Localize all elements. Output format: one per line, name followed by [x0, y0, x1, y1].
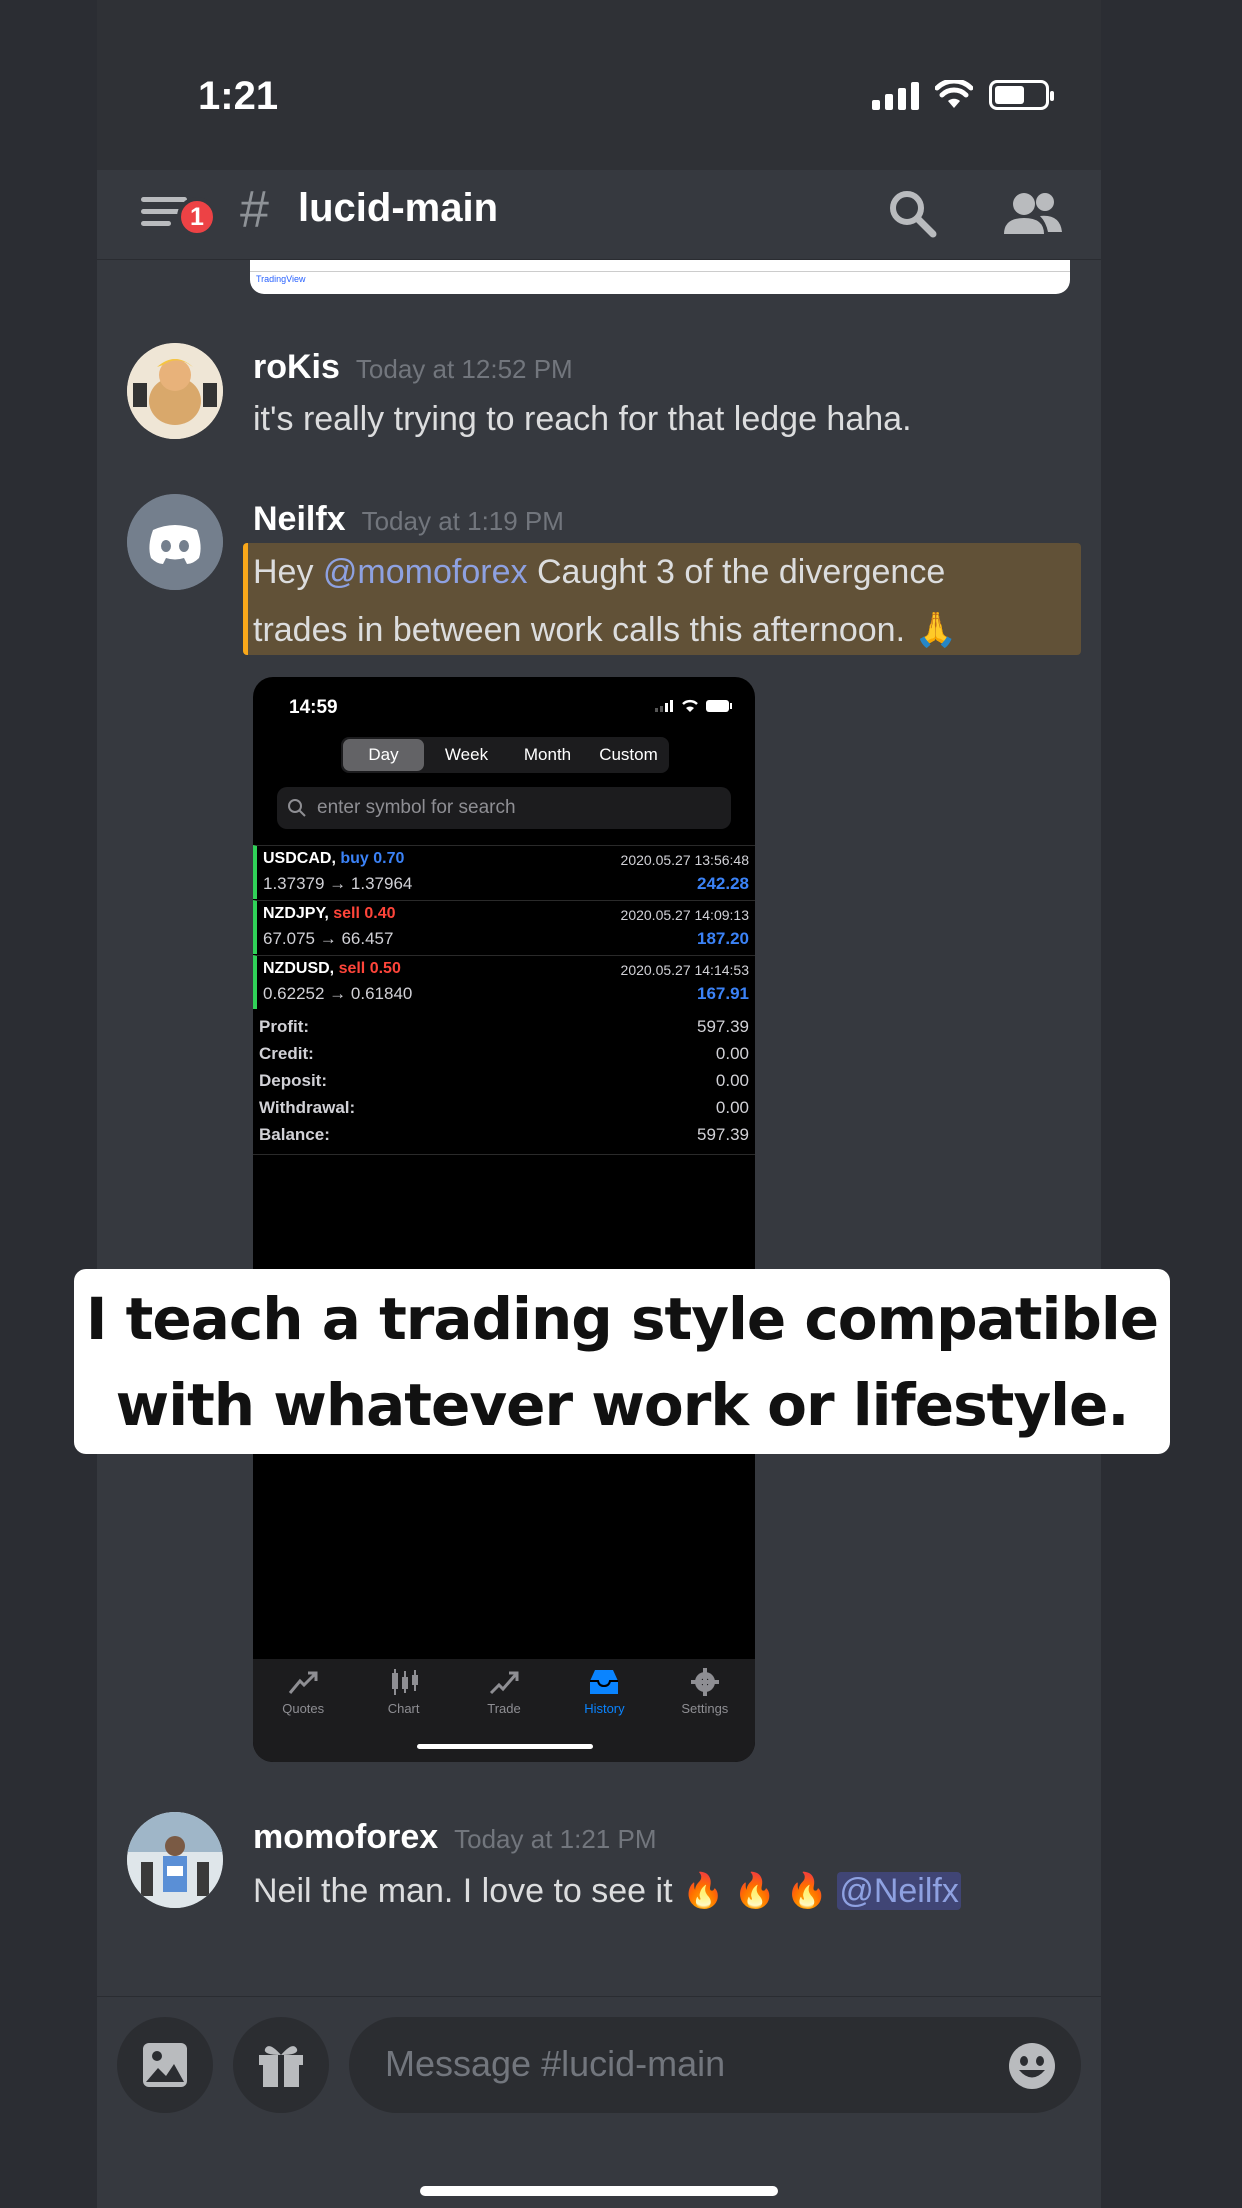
trade-datetime: 2020.05.27 14:14:53: [620, 962, 749, 978]
channel-hash-icon: #: [240, 181, 269, 239]
attached-screenshot[interactable]: 14:59 Day Week Month Custom enter symbol…: [253, 677, 755, 1762]
gift-icon: [259, 2046, 303, 2087]
trade-datetime: 2020.05.27 14:09:13: [620, 907, 749, 923]
emoji-icon[interactable]: [1007, 2041, 1057, 2096]
summary-profit: Profit: 597.39: [259, 1017, 749, 1036]
trade-profit: 167.91: [697, 984, 749, 1003]
user-mention[interactable]: @Neilfx: [837, 1872, 961, 1910]
discord-app: 1:21 1 # lucid-main TradingView roKis To…: [74, 0, 1170, 2208]
summary-deposit: Deposit: 0.00: [259, 1071, 749, 1090]
battery-icon: [989, 80, 1054, 110]
segment-day[interactable]: Day: [343, 739, 424, 771]
screenshot-home-indicator: [417, 1744, 593, 1749]
summary-withdrawal: Withdrawal: 0.00: [259, 1098, 749, 1117]
chart-image-bottom[interactable]: TradingView: [250, 260, 1070, 294]
trade-datetime: 2020.05.27 13:56:48: [620, 852, 749, 868]
status-bar: 1:21: [97, 0, 1101, 170]
message-text: it's really trying to reach for that led…: [253, 400, 912, 438]
message-placeholder: Message #lucid-main: [385, 2043, 726, 2084]
trade-row[interactable]: USDCAD, buy 0.70 1.37379 → 1.37964 2020.…: [253, 845, 755, 899]
tab-settings[interactable]: Settings: [655, 1659, 755, 1762]
summary-credit: Credit: 0.00: [259, 1044, 749, 1063]
video-caption: I teach a trading style compatible with w…: [74, 1269, 1170, 1454]
message-momoforex: momoforex Today at 1:21 PM Neil the man. …: [97, 1812, 1101, 1942]
gear-icon: [690, 1668, 719, 1696]
members-icon[interactable]: [998, 184, 1068, 244]
tab-quotes[interactable]: Quotes: [253, 1659, 353, 1762]
trade-row[interactable]: NZDJPY, sell 0.40 67.075 → 66.457 2020.0…: [253, 900, 755, 954]
message-rokis: roKis Today at 12:52 PM it's really tryin…: [97, 340, 1101, 460]
trade-profit: 242.28: [697, 874, 749, 893]
trade-side: sell 0.50: [338, 960, 401, 977]
candlestick-icon: [391, 1669, 418, 1695]
inbox-icon: [590, 1670, 619, 1694]
search-icon: [288, 799, 306, 817]
trade-side: sell 0.40: [333, 905, 396, 922]
message-composer: Message #lucid-main: [97, 1996, 1101, 2208]
trade-side: buy 0.70: [340, 850, 405, 867]
trade-icon: [489, 1671, 519, 1695]
message-timestamp: Today at 12:52 PM: [355, 354, 573, 384]
message-author[interactable]: momoforex Today at 1:21 PM: [253, 1818, 656, 1857]
account-summary: Profit: 597.39 Credit: 0.00 Deposit: 0.00 W…: [259, 1017, 749, 1152]
status-time: 1:21: [198, 74, 279, 118]
segment-week[interactable]: Week: [426, 737, 507, 773]
segment-month[interactable]: Month: [507, 737, 588, 773]
message-author[interactable]: roKis Today at 12:52 PM: [253, 348, 573, 387]
avatar[interactable]: [127, 494, 223, 590]
segment-custom[interactable]: Custom: [588, 737, 669, 773]
screenshot-status-icons: [655, 699, 733, 713]
message-timestamp: Today at 1:21 PM: [454, 1824, 657, 1854]
wifi-icon: [935, 80, 973, 108]
screenshot-time: 14:59: [289, 697, 338, 718]
message-input[interactable]: Message #lucid-main: [349, 2017, 1081, 2113]
message-timestamp: Today at 1:19 PM: [361, 506, 564, 536]
home-indicator: [420, 2186, 778, 2196]
trade-price-range: 1.37379 → 1.37964: [263, 874, 413, 893]
symbol-search-input[interactable]: enter symbol for search: [277, 787, 731, 829]
tradingview-watermark: TradingView: [256, 274, 306, 284]
image-icon: [143, 2043, 187, 2087]
period-segmented-control: Day Week Month Custom: [341, 737, 669, 773]
channel-name: lucid-main: [298, 186, 499, 230]
gift-button[interactable]: [233, 2017, 329, 2113]
channel-header: 1 # lucid-main: [97, 170, 1101, 260]
cellular-signal-icon: [872, 80, 919, 110]
message-text: Neil the man. I love to see it 🔥 🔥 🔥 @Ne…: [253, 1872, 961, 1910]
notification-badge: 1: [177, 197, 217, 237]
avatar[interactable]: [127, 1812, 223, 1908]
user-mention[interactable]: @momoforex: [323, 553, 528, 591]
trade-profit: 187.20: [697, 929, 749, 948]
image-upload-button[interactable]: [117, 2017, 213, 2113]
trade-price-range: 0.62252 → 0.61840: [263, 984, 413, 1003]
message-author[interactable]: Neilfx Today at 1:19 PM: [253, 500, 564, 539]
search-icon[interactable]: [883, 184, 943, 244]
divider: [253, 1154, 755, 1155]
quotes-icon: [289, 1671, 318, 1694]
avatar[interactable]: [127, 343, 223, 439]
trade-row[interactable]: NZDUSD, sell 0.50 0.62252 → 0.61840 2020…: [253, 955, 755, 1009]
message-text: Hey @momoforex Caught 3 of the divergenc…: [253, 553, 957, 649]
summary-balance: Balance: 597.39: [259, 1125, 749, 1144]
trade-price-range: 67.075 → 66.457: [263, 929, 394, 948]
status-icons: [872, 80, 1054, 110]
